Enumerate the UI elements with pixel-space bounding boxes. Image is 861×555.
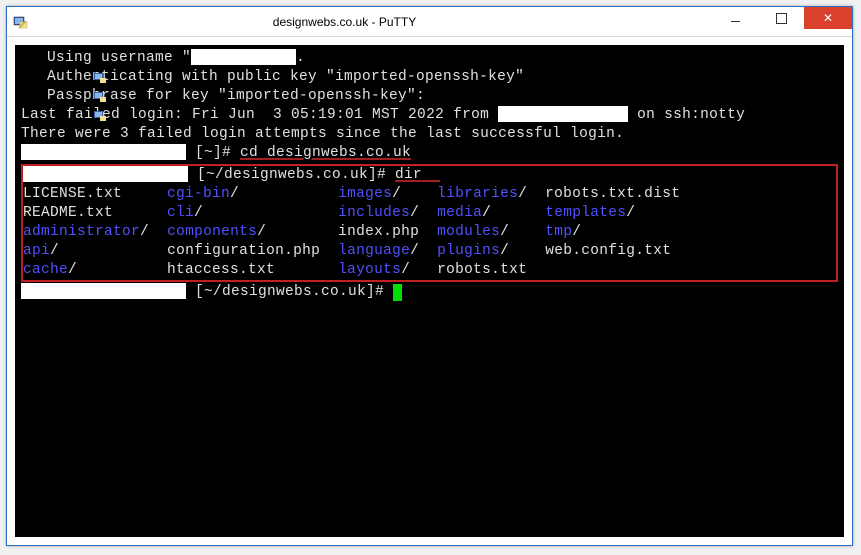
terminal-line: Authenticating with public key "imported… [21, 68, 838, 87]
redacted-host [21, 283, 186, 299]
text: . [296, 50, 305, 66]
terminal[interactable]: Using username ". Authenticating with pu… [15, 45, 844, 537]
command: dir [395, 167, 422, 183]
titlebar[interactable]: designwebs.co.uk - PuTTY [7, 7, 852, 37]
text: Using username " [47, 50, 191, 66]
putty-window: designwebs.co.uk - PuTTY Using username … [6, 6, 853, 546]
redacted-host [23, 166, 188, 182]
prompt: [~/designwebs.co.uk]# [197, 167, 395, 183]
putty-icon [13, 14, 29, 30]
putty-line-icon [21, 71, 39, 85]
redacted-ip [498, 106, 628, 122]
terminal-line: [~]# cd designwebs.co.uk [21, 144, 838, 163]
cursor [393, 284, 402, 301]
prompt: [~]# [195, 145, 240, 161]
text: Authenticating with public key "imported… [47, 68, 524, 87]
highlighted-output-box: [~/designwebs.co.uk]# dir LICENSE.txt cg… [21, 164, 838, 282]
terminal-line: Using username ". [21, 49, 838, 68]
putty-line-icon [21, 90, 39, 104]
command: cd designwebs.co.uk [240, 145, 411, 161]
text: on ssh:notty [628, 107, 745, 123]
directory-listing: LICENSE.txt cgi-bin/ images/ libraries/ … [23, 185, 834, 280]
terminal-line: [~/designwebs.co.uk]# dir [23, 166, 834, 185]
terminal-line: Last failed login: Fri Jun 3 05:19:01 MS… [21, 106, 838, 125]
terminal-line: [~/designwebs.co.uk]# [21, 283, 838, 302]
putty-line-icon [21, 52, 39, 66]
terminal-line: There were 3 failed login attempts since… [21, 125, 838, 144]
minimize-button[interactable] [712, 7, 758, 29]
text: There were 3 failed login attempts since… [21, 125, 624, 144]
maximize-button[interactable] [758, 7, 804, 29]
window-controls [712, 7, 852, 36]
redacted-username [191, 49, 296, 65]
window-title: designwebs.co.uk - PuTTY [0, 15, 712, 29]
close-button[interactable] [804, 7, 852, 29]
prompt: [~/designwebs.co.uk]# [195, 284, 393, 300]
terminal-line: Passphrase for key "imported-openssh-key… [21, 87, 838, 106]
